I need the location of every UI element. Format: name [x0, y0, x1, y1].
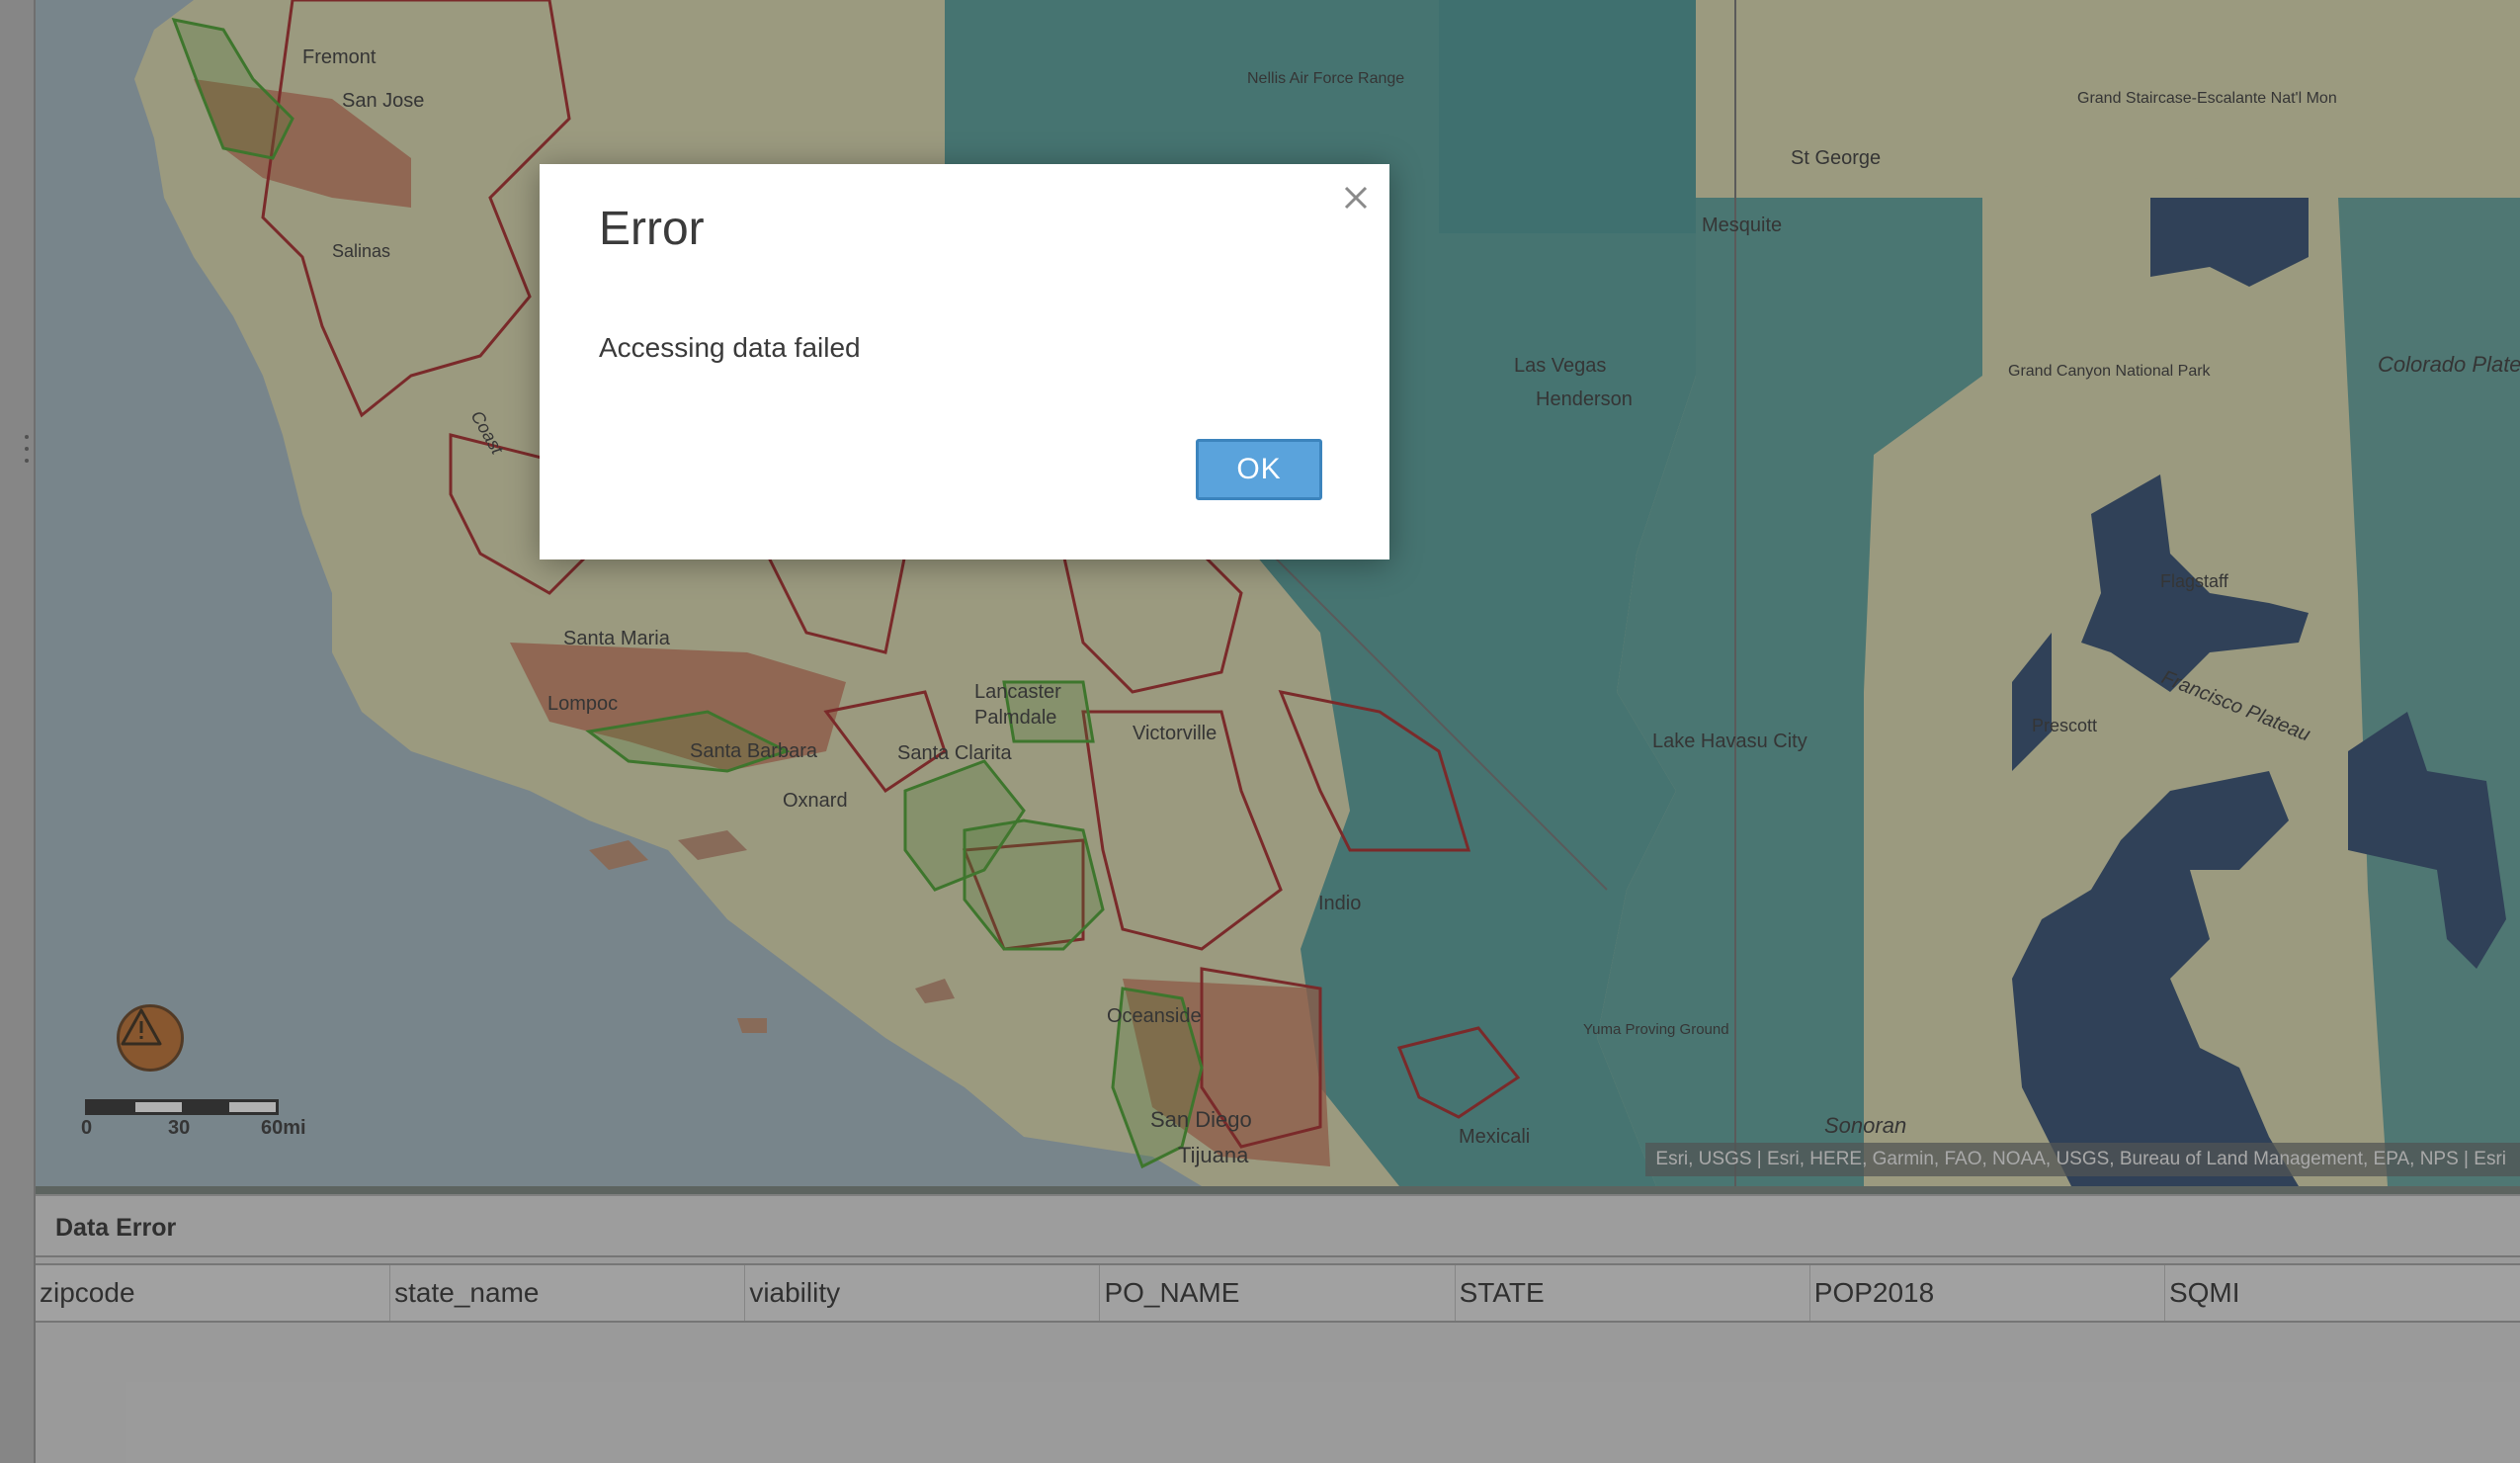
error-dialog: Error Accessing data failed OK	[540, 164, 1389, 559]
close-icon[interactable]	[1336, 178, 1376, 217]
dialog-title: Error	[599, 203, 705, 255]
ok-button[interactable]: OK	[1196, 439, 1322, 500]
dialog-message: Accessing data failed	[599, 332, 861, 363]
